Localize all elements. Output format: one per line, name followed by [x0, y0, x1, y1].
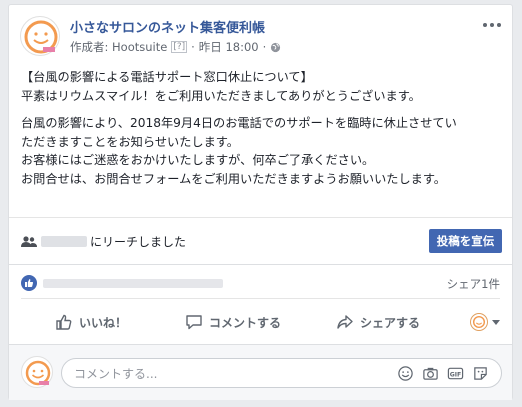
divider [9, 217, 512, 218]
post-stats: シェア1件 [21, 273, 500, 293]
comment-composer: コメントする... GIF [9, 344, 512, 400]
post-line-2: 平素はリウムスマイル！をご利用いただきましてありがとうございます。 [21, 88, 421, 103]
share-count[interactable]: シェア1件 [447, 276, 500, 292]
like-badge-icon[interactable] [21, 275, 37, 291]
emoji-icon[interactable] [397, 365, 414, 382]
people-icon [21, 235, 37, 247]
comment-tools: GIF [397, 365, 489, 382]
boost-post-button[interactable]: 投稿を宣伝 [429, 229, 502, 253]
reactors-redacted[interactable] [43, 279, 223, 288]
reach-count-redacted [41, 236, 87, 247]
post-body: 【台風の影響による電話サポート窓口休止について】 平素はリウムスマイル！をご利用… [21, 68, 502, 189]
like-label: いいね！ [79, 315, 128, 330]
camera-icon[interactable] [422, 365, 439, 382]
post-line-3: 台風の影響により、2018年9月4日のお電話でのサポートを臨時に休止させてい [21, 116, 457, 131]
post-header: 小さなサロンのネット集客便利帳 作成者: Hootsuite [?] · 昨日 … [20, 15, 502, 61]
post-line-5: お客様にはご迷惑をおかけいたしますが、何卒ご了承ください。 [21, 153, 375, 168]
page-name-link[interactable]: 小さなサロンのネット集客便利帳 [70, 17, 265, 36]
gif-icon[interactable]: GIF [447, 365, 464, 382]
smile-logo-icon [24, 20, 58, 54]
post-line-4: ただきますことをお知らせいたします。 [21, 134, 239, 149]
share-icon [337, 315, 353, 329]
page-avatar-small [470, 313, 488, 331]
comment-icon [186, 315, 202, 330]
post-line-6: お問合せは、お問合せフォームをご利用いただきますようお願いいたします。 [21, 171, 446, 186]
reach-info: にリーチしました [21, 233, 186, 250]
action-bar: いいね！ コメントする シェアする [21, 306, 500, 338]
more-icon[interactable] [482, 19, 502, 31]
page-avatar[interactable] [20, 16, 60, 56]
globe-icon[interactable] [270, 42, 281, 53]
comment-input[interactable]: コメントする... GIF [61, 358, 502, 388]
comment-placeholder: コメントする... [74, 366, 158, 381]
sticker-icon[interactable] [472, 365, 489, 382]
separator-dot-2: · [262, 40, 267, 54]
post-timestamp[interactable]: 昨日 18:00 [199, 39, 259, 55]
share-button[interactable]: シェアする [336, 313, 420, 331]
post-line-1: 【台風の影響による電話サポート窓口休止について】 [21, 70, 313, 84]
caret-down-icon [492, 319, 500, 325]
reach-text: にリーチしました [90, 235, 187, 249]
divider [21, 298, 500, 299]
separator-dot: · [191, 40, 195, 54]
commenter-avatar [21, 356, 53, 388]
like-button[interactable]: いいね！ [55, 313, 127, 331]
post-as-selector[interactable] [470, 313, 500, 331]
thumbs-up-icon [56, 314, 72, 330]
svg-text:GIF: GIF [450, 371, 462, 378]
smile-logo-icon [25, 360, 51, 386]
comment-button[interactable]: コメントする [185, 313, 281, 331]
divider [9, 264, 512, 265]
comment-label: コメントする [209, 315, 282, 330]
post-card: 小さなサロンのネット集客便利帳 作成者: Hootsuite [?] · 昨日 … [8, 4, 513, 400]
info-badge[interactable]: [?] [171, 41, 188, 53]
author-label[interactable]: 作成者: Hootsuite [70, 39, 167, 55]
post-meta: 作成者: Hootsuite [?] · 昨日 18:00 · [70, 39, 281, 55]
share-label: シェアする [360, 315, 421, 330]
